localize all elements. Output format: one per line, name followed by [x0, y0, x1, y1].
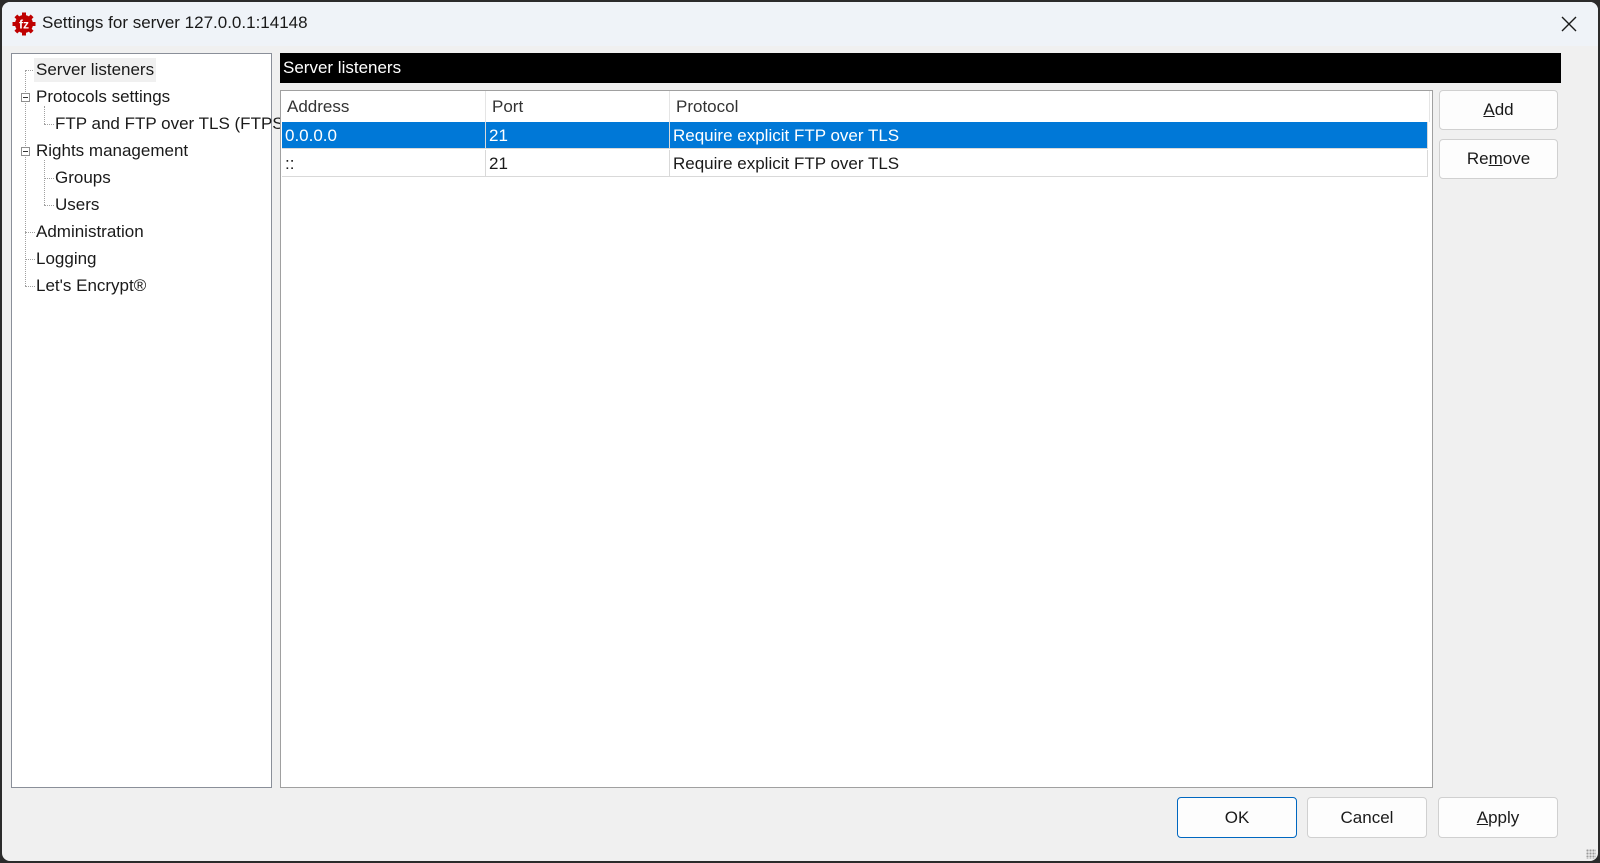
- remove-label-rest: ove: [1502, 149, 1531, 168]
- tree-line: [44, 160, 45, 205]
- cell-address: 0.0.0.0: [282, 122, 486, 149]
- apply-mnemonic: A: [1476, 808, 1489, 827]
- tree-item-rights-management[interactable]: Rights management: [36, 139, 188, 163]
- title-bar: fz Settings for server 127.0.0.1:14148: [2, 2, 1598, 46]
- panel-title: Server listeners: [280, 53, 1561, 83]
- tree-line: [44, 178, 54, 179]
- cell-protocol: Require explicit FTP over TLS: [670, 150, 1428, 177]
- close-icon: [1561, 16, 1577, 32]
- remove-mnemonic: m: [1488, 149, 1503, 168]
- settings-tree[interactable]: Server listeners Protocols settings FTP …: [11, 53, 289, 788]
- resize-grip[interactable]: [1586, 849, 1596, 859]
- column-header-protocol[interactable]: Protocol: [670, 91, 1430, 122]
- add-label: dd: [1494, 100, 1514, 119]
- apply-label: pply: [1488, 808, 1520, 827]
- tree-line: [25, 286, 35, 287]
- svg-text:fz: fz: [19, 18, 29, 32]
- cell-protocol: Require explicit FTP over TLS: [670, 122, 1428, 149]
- column-header-address[interactable]: Address: [281, 91, 486, 122]
- cancel-button[interactable]: Cancel: [1307, 797, 1427, 838]
- tree-item-server-listeners[interactable]: Server listeners: [34, 58, 157, 82]
- listeners-table[interactable]: Address Port Protocol 0.0.0.0 21 Require…: [280, 90, 1433, 788]
- add-button[interactable]: Add: [1439, 90, 1558, 130]
- tree-item-logging[interactable]: Logging: [36, 247, 97, 271]
- remove-label-pre: Re: [1466, 149, 1489, 168]
- tree-item-users[interactable]: Users: [55, 193, 99, 217]
- table-row[interactable]: :: 21 Require explicit FTP over TLS: [282, 150, 1430, 178]
- window-title: Settings for server 127.0.0.1:14148: [42, 13, 308, 32]
- tree-line: [44, 205, 54, 206]
- cell-port: 21: [486, 150, 670, 177]
- close-button[interactable]: [1554, 10, 1584, 38]
- tree-item-lets-encrypt[interactable]: Let's Encrypt®: [36, 274, 146, 298]
- apply-button[interactable]: Apply: [1438, 797, 1558, 838]
- tree-item-administration[interactable]: Administration: [36, 220, 144, 244]
- tree-line: [25, 70, 26, 286]
- cell-address: ::: [282, 150, 486, 177]
- cell-port: 21: [486, 122, 670, 149]
- column-header-port[interactable]: Port: [486, 91, 670, 122]
- tree-line: [44, 124, 54, 125]
- remove-button[interactable]: Remove: [1439, 139, 1558, 179]
- collapse-protocols-icon[interactable]: [21, 93, 30, 102]
- ok-button[interactable]: OK: [1177, 797, 1297, 838]
- tree-item-ftp-ftps[interactable]: FTP and FTP over TLS (FTPS): [55, 112, 289, 136]
- tree-line: [25, 259, 35, 260]
- collapse-rights-icon[interactable]: [21, 147, 30, 156]
- tree-item-groups[interactable]: Groups: [55, 166, 111, 190]
- filezilla-server-icon: fz: [12, 12, 36, 36]
- tree-item-protocols-settings[interactable]: Protocols settings: [36, 85, 170, 109]
- settings-dialog: fz Settings for server 127.0.0.1:14148 S…: [2, 2, 1598, 861]
- table-row[interactable]: 0.0.0.0 21 Require explicit FTP over TLS: [282, 122, 1430, 150]
- tree-line: [25, 232, 35, 233]
- add-mnemonic: A: [1483, 100, 1495, 119]
